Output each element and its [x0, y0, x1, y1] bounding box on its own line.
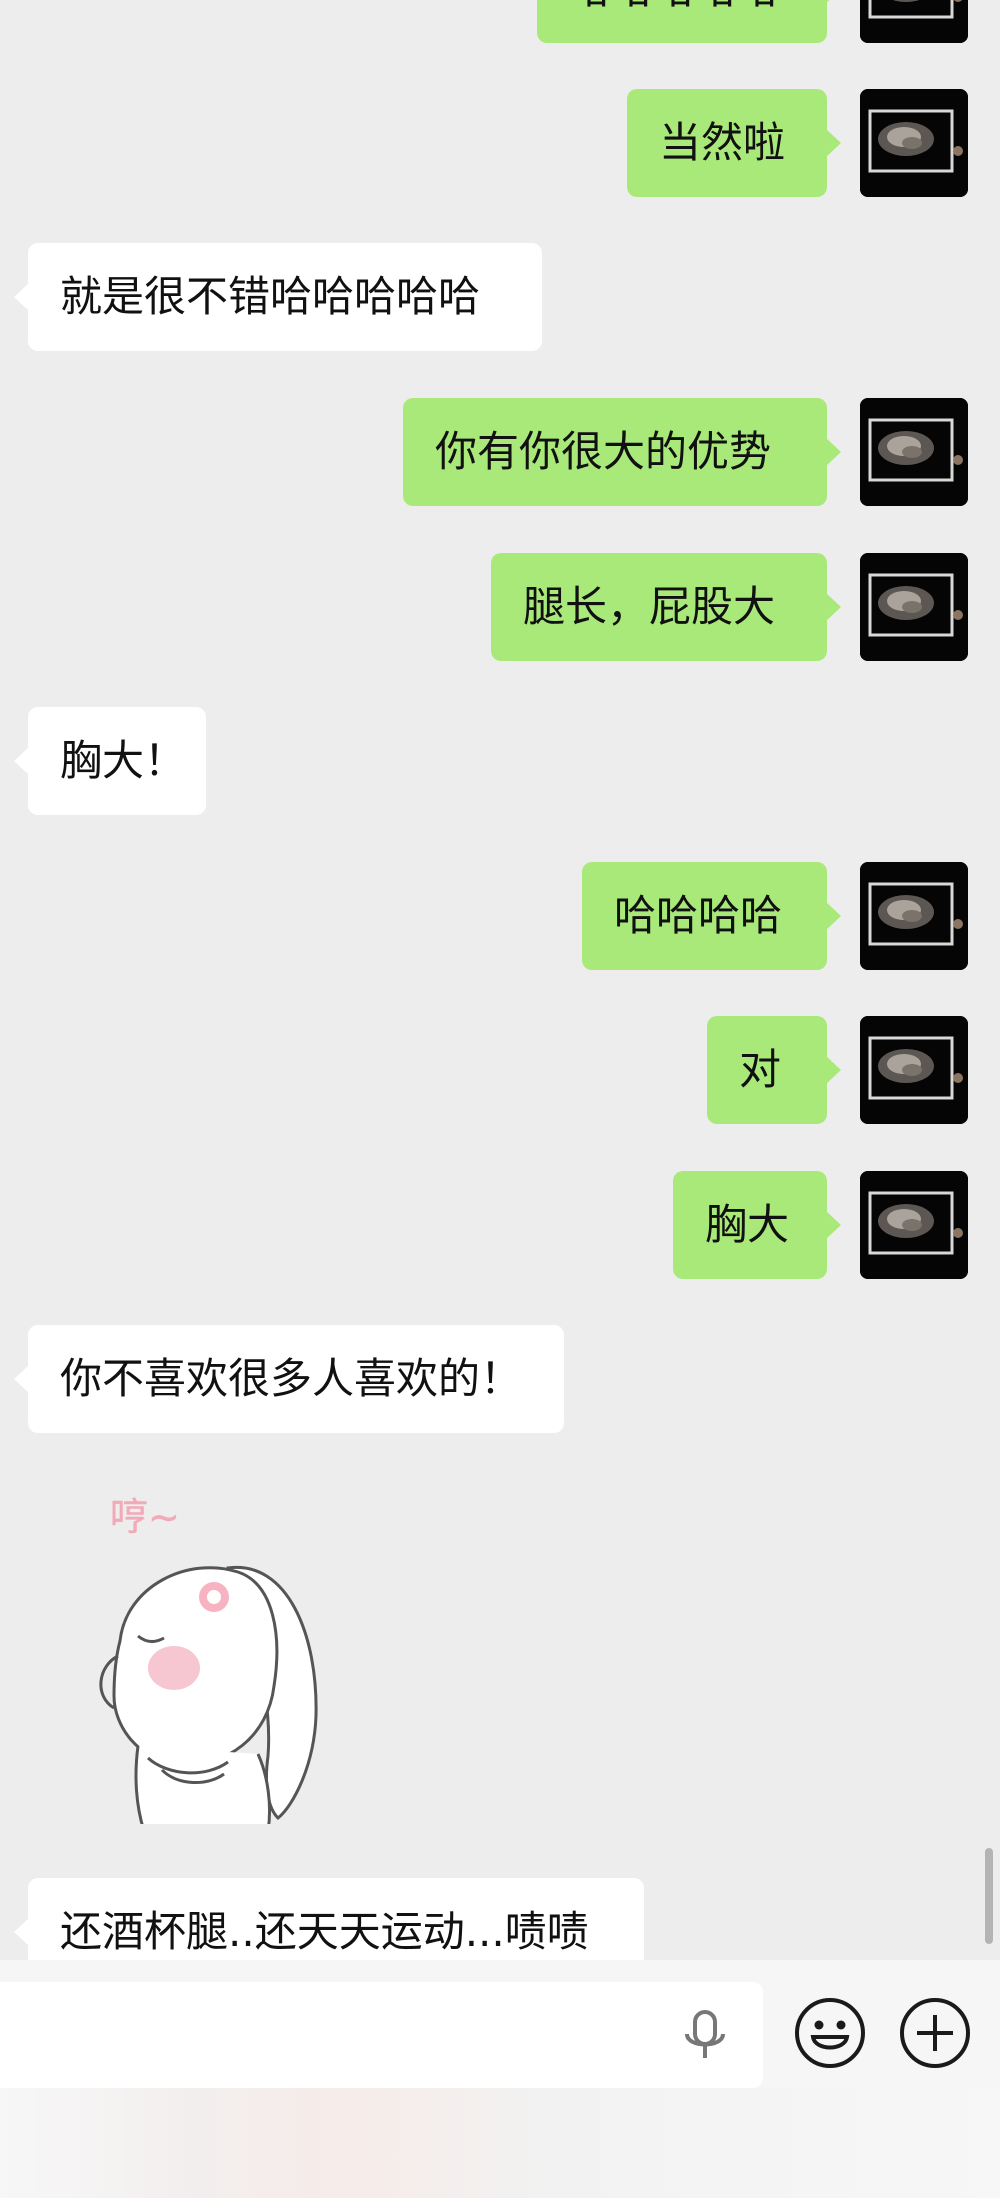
- message-text: 还酒杯腿..还天天运动...啧啧: [60, 1907, 589, 1956]
- chat-message-list[interactable]: 哈哈哈哈哈 当然啦 就是很不错哈哈哈哈哈 你有你很大的优势: [0, 0, 1000, 1960]
- avatar-image: [860, 398, 968, 506]
- message-text: 哈哈哈哈: [614, 891, 783, 940]
- keyboard-area-strip: [0, 2088, 1000, 2198]
- message-text: 你不喜欢很多人喜欢的！: [60, 1354, 523, 1403]
- message-bubble-received[interactable]: 胸大！: [14, 707, 206, 815]
- avatar[interactable]: [860, 89, 968, 197]
- message-text: 胸大: [705, 1200, 790, 1249]
- message-bubble-sent[interactable]: 胸大: [673, 1171, 841, 1279]
- message-bubble-sent[interactable]: 当然啦: [627, 89, 841, 197]
- message-text: 腿长，屁股大: [523, 582, 776, 631]
- avatar-image: [860, 1171, 968, 1279]
- sticker-message[interactable]: 哼~: [78, 1486, 348, 1833]
- avatar-image: [860, 862, 968, 970]
- message-input[interactable]: [0, 1982, 763, 2088]
- message-bubble-sent[interactable]: 哈哈哈哈哈: [537, 0, 841, 43]
- avatar-image: [860, 0, 968, 43]
- message-bubble-sent[interactable]: 哈哈哈哈: [582, 862, 841, 970]
- message-bubble-received[interactable]: 你不喜欢很多人喜欢的！: [14, 1325, 564, 1433]
- avatar[interactable]: [860, 553, 968, 661]
- avatar[interactable]: [860, 1171, 968, 1279]
- mic-icon[interactable]: [680, 2008, 730, 2064]
- message-text: 对: [739, 1045, 782, 1094]
- scrollbar[interactable]: [985, 1848, 993, 1944]
- avatar[interactable]: [860, 0, 968, 43]
- message-text: 当然啦: [659, 118, 786, 167]
- message-bubble-sent[interactable]: 对: [707, 1016, 841, 1124]
- message-bubble-sent[interactable]: 腿长，屁股大: [491, 553, 841, 661]
- message-text: 你有你很大的优势: [435, 427, 772, 476]
- message-text: 胸大！: [60, 736, 187, 785]
- avatar[interactable]: [860, 398, 968, 506]
- plus-icon[interactable]: [897, 1995, 973, 2071]
- message-text: 就是很不错哈哈哈哈哈: [60, 272, 481, 321]
- avatar[interactable]: [860, 862, 968, 970]
- avatar-image: [860, 553, 968, 661]
- message-bubble-received[interactable]: 还酒杯腿..还天天运动...啧啧: [14, 1878, 644, 1960]
- avatar-image: [860, 1016, 968, 1124]
- sticker-caption: 哼~: [110, 1495, 180, 1539]
- chat-input-bar: [0, 1960, 1000, 2088]
- avatar-image: [860, 89, 968, 197]
- message-bubble-received[interactable]: 就是很不错哈哈哈哈哈: [14, 243, 542, 351]
- message-bubble-sent[interactable]: 你有你很大的优势: [403, 398, 841, 506]
- message-text: 哈哈哈哈哈: [569, 0, 779, 13]
- bunny-sticker-image: 哼~: [99, 1495, 318, 1833]
- emoji-icon[interactable]: [792, 1995, 868, 2071]
- avatar[interactable]: [860, 1016, 968, 1124]
